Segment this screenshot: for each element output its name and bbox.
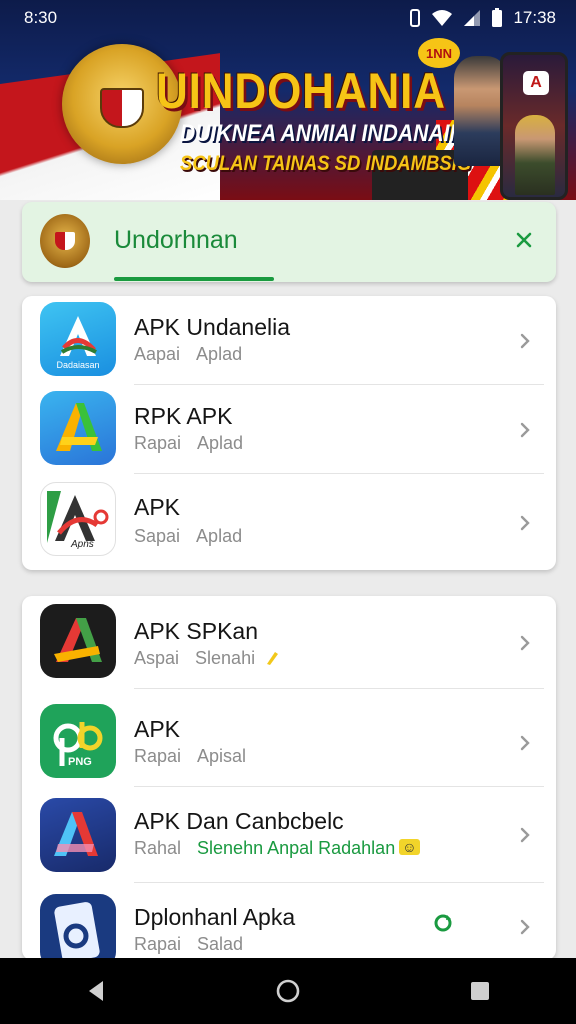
chevron-right-icon xyxy=(520,635,530,651)
pencil-icon xyxy=(267,652,279,665)
chevron-right-icon xyxy=(520,919,530,935)
app-name: APK Undanelia xyxy=(134,314,290,340)
app-name: RPK APK xyxy=(134,403,233,429)
app-subtitle: Rahal Slenehn Anpal Radahlan ☺ xyxy=(134,838,420,859)
navigation-bar xyxy=(0,958,576,1024)
divider xyxy=(134,786,544,787)
apk-a-blue-icon: Dadaiasan xyxy=(40,302,116,376)
app-list-card-1: Dadaiasan APK Undanelia Aapai Aplad RPK A… xyxy=(22,296,556,570)
home-icon xyxy=(276,979,300,1003)
icon-caption: Dadaiasan xyxy=(56,360,100,370)
apk-a-navy-icon xyxy=(40,798,116,872)
chevron-right-icon xyxy=(520,422,530,438)
header-tab-indicator xyxy=(114,277,274,281)
app-name: APK xyxy=(134,716,181,742)
signal-icon xyxy=(463,9,481,27)
header-title[interactable]: Undorhnan xyxy=(114,226,238,255)
wifi-icon xyxy=(431,9,453,27)
app-subtitle: Sapai Aplad xyxy=(134,526,243,546)
back-button[interactable] xyxy=(71,966,121,1016)
chevron-right-icon xyxy=(520,735,530,751)
header-card: Undorhnan xyxy=(22,202,556,282)
recents-icon xyxy=(471,982,489,1000)
app-subtitle: Rapai Salad xyxy=(134,934,244,954)
vibrate-icon xyxy=(409,9,421,27)
list-item-apk[interactable]: Apns APK Sapai Aplad xyxy=(22,474,556,570)
app-subtitle: Aspai Slenahi xyxy=(134,648,280,669)
list-item-apk-undanelia[interactable]: Dadaiasan APK Undanelia Aapai Aplad xyxy=(22,296,556,384)
list-item-rpk-apk[interactable]: RPK APK Rapai Aplad xyxy=(22,385,556,473)
person-illustration-2 xyxy=(515,115,555,195)
icon-caption: Apns xyxy=(71,539,94,550)
apk-pb-green-icon: PNG xyxy=(40,704,116,778)
app-name: APK SPKan xyxy=(134,618,259,644)
phone-app-logo: A xyxy=(523,71,549,95)
list-item-apk-2[interactable]: PNG APK Rapai Apisal xyxy=(22,696,556,788)
chevron-right-icon xyxy=(520,333,530,349)
battery-icon xyxy=(491,8,503,28)
banner-title: UINDOHANIA xyxy=(156,63,446,119)
status-time: 8:30 xyxy=(24,8,58,27)
banner-badge: 1NN xyxy=(418,38,460,68)
app-subtitle: Rapai Apisal xyxy=(134,746,247,766)
apk-a-dark-icon xyxy=(40,604,116,678)
list-item-dplonhanl-apka[interactable]: Dplonhanl Apka Rapai Salad xyxy=(22,886,556,960)
chevron-right-icon xyxy=(520,827,530,843)
emoji-icon: ☺ xyxy=(399,839,420,855)
back-icon xyxy=(89,981,103,1001)
recents-button[interactable] xyxy=(455,966,505,1016)
close-icon xyxy=(516,232,532,248)
home-button[interactable] xyxy=(263,966,313,1016)
chevron-right-icon xyxy=(520,515,530,531)
list-item-apk-spkan[interactable]: APK SPKan Aspai Slenahi xyxy=(22,596,556,688)
app-list-card-2: APK SPKan Aspai Slenahi PNG APK Rapai Apis… xyxy=(22,596,556,960)
apk-a-gradient-icon xyxy=(40,391,116,465)
app-name: Dplonhanl Apka xyxy=(134,904,296,930)
apk-a-white-icon: Apns xyxy=(40,482,116,556)
divider xyxy=(134,882,544,883)
app-name: APK xyxy=(134,494,181,520)
banner-subtitle-2: SCULAN TAINAS SD INDAMBSIG xyxy=(180,152,472,175)
phone-illustration: A xyxy=(500,52,568,200)
status-bar: 8:30 17:38 xyxy=(0,0,576,36)
app-subtitle: Rapai Aplad xyxy=(134,433,244,453)
app-subtitle: Aapai Aplad xyxy=(134,344,243,364)
status-clock-right: 17:38 xyxy=(513,8,556,27)
close-button[interactable] xyxy=(510,226,538,254)
list-item-apk-dan-canbcbelc[interactable]: APK Dan Canbcbelc Rahal Slenehn Anpal Rad… xyxy=(22,790,556,882)
icon-caption: PNG xyxy=(68,756,92,768)
garuda-logo-icon xyxy=(40,214,90,268)
refresh-icon xyxy=(434,914,452,932)
apk-phone-icon xyxy=(40,894,116,960)
divider xyxy=(134,688,544,689)
banner-subtitle-1: DUIKNEA ANMIAI INDANAIN xyxy=(180,120,465,147)
app-name: APK Dan Canbcbelc xyxy=(134,808,344,834)
